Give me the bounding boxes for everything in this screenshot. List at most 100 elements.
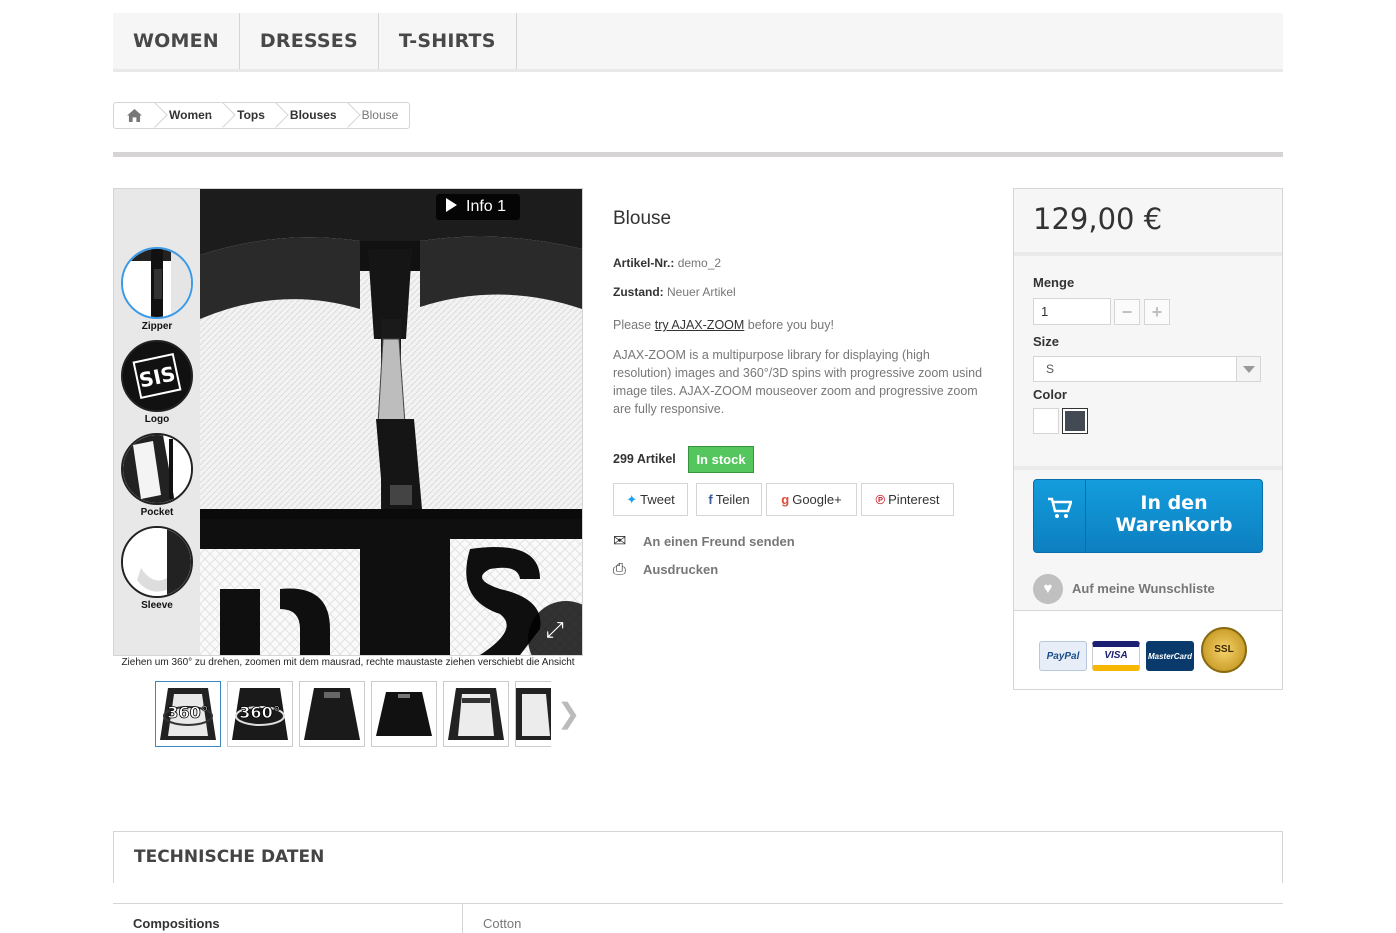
quantity-input[interactable] <box>1033 298 1111 325</box>
pinterest-label: Pinterest <box>888 492 940 507</box>
ssl-seal-icon: SSL <box>1201 627 1247 673</box>
breadcrumb: Women Tops Blouses Blouse <box>113 102 411 129</box>
info-button-label: Info 1 <box>466 198 507 215</box>
stock-quantity: 299 Artikel <box>613 452 676 466</box>
quantity-increase-button[interactable]: + <box>1144 299 1170 325</box>
payment-methods: PayPal VISA MasterCard SSL <box>1014 610 1282 689</box>
color-label: Color <box>1033 387 1067 402</box>
product-description: AJAX-ZOOM is a multipurpose library for … <box>613 348 983 416</box>
svg-text:360°: 360° <box>167 703 208 722</box>
hotspot-label: Logo <box>144 414 170 425</box>
hotspot-sidebar: Zipper SIS Logo Pocket Sleeve <box>114 189 200 655</box>
hotspot-sleeve[interactable]: Sleeve <box>121 526 193 611</box>
product-condition: Zustand: Neuer Artikel <box>613 285 736 299</box>
size-label: Size <box>1033 334 1060 349</box>
thumbnail-jacket-back[interactable] <box>371 681 437 747</box>
expand-icon: ⤢ <box>546 617 564 642</box>
zipper-thumb-icon <box>121 247 193 319</box>
condition-label: Zustand: <box>613 285 664 299</box>
google-plus-button[interactable]: g Google+ <box>766 483 857 516</box>
tech-data-value: Cotton <box>483 916 522 931</box>
stock-badge: In stock <box>688 446 754 473</box>
hotspot-label: Pocket <box>140 507 174 518</box>
logo-thumb-icon: SIS <box>121 340 193 412</box>
share-label: Teilen <box>715 492 750 507</box>
try-prefix: Please <box>613 318 652 332</box>
hotspot-label: Sleeve <box>141 600 173 611</box>
menu-item-women[interactable]: WOMEN <box>113 13 240 69</box>
menu-item-dresses[interactable]: DRESSES <box>240 13 379 69</box>
hotspot-label: Zipper <box>141 321 173 332</box>
print-label: Ausdrucken <box>643 562 719 577</box>
breadcrumb-separator <box>154 103 155 128</box>
svg-text:360°: 360° <box>239 703 280 722</box>
buybox-divider <box>1014 466 1282 470</box>
send-to-friend-link[interactable]: ✉ An einen Freund senden <box>613 531 795 551</box>
hotspot-logo[interactable]: SIS Logo <box>121 340 193 425</box>
breadcrumb-separator <box>347 103 348 128</box>
tweet-label: Tweet <box>640 492 675 507</box>
tech-data-row: Compositions Cotton <box>113 903 1283 933</box>
try-ajax-zoom-link[interactable]: try AJAX-ZOOM <box>655 318 745 332</box>
breadcrumb-separator <box>222 103 223 128</box>
tech-data-heading: TECHNISCHE DATEN <box>113 831 1283 883</box>
printer-icon: ⎙ <box>613 561 626 578</box>
color-swatch-white[interactable] <box>1033 408 1059 434</box>
chevron-down-icon <box>1236 357 1260 381</box>
thumbnail-jacket-black[interactable] <box>299 681 365 747</box>
pinterest-icon: ℗ <box>875 492 886 507</box>
chevron-right-icon[interactable]: ❯ <box>557 697 580 730</box>
hotspot-pocket[interactable]: Pocket <box>121 433 193 518</box>
twitter-icon: ✦ <box>626 492 638 507</box>
top-menu: WOMEN DRESSES T-SHIRTS <box>113 13 1283 72</box>
size-selected-value: S <box>1046 362 1055 376</box>
print-link[interactable]: ⎙ Ausdrucken <box>613 561 718 579</box>
thumbnail-jacket-side[interactable] <box>515 681 551 747</box>
home-icon <box>126 109 142 122</box>
visa-icon: VISA <box>1092 641 1140 671</box>
reference-label: Artikel-Nr.: <box>613 256 675 270</box>
viewer-hint: Ziehen um 360° zu drehen, zoomen mit dem… <box>121 657 575 668</box>
color-swatch-dark[interactable] <box>1062 408 1088 434</box>
google-label: Google+ <box>792 492 842 507</box>
menu-item-tshirts[interactable]: T-SHIRTS <box>379 13 517 69</box>
image-viewer[interactable]: Zipper SIS Logo Pocket Sleeve Info 1 ⤢ <box>113 188 583 656</box>
tech-data-key: Compositions <box>113 904 463 933</box>
reference-value: demo_2 <box>677 256 722 270</box>
quantity-decrease-button[interactable]: − <box>1114 299 1140 325</box>
sleeve-thumb-icon <box>121 526 193 598</box>
envelope-icon: ✉ <box>613 533 627 550</box>
wishlist-link[interactable]: ♥ Auf meine Wunschliste <box>1033 574 1215 604</box>
info-button[interactable]: Info 1 <box>436 194 520 220</box>
thumbnail-360-black[interactable]: 360° <box>227 681 293 747</box>
facebook-share-button[interactable]: f Teilen <box>696 483 762 516</box>
divider <box>113 152 1283 157</box>
try-line: Please try AJAX-ZOOM before you buy! <box>613 316 983 334</box>
product-title: Blouse <box>613 208 672 229</box>
add-to-cart-label: In den Warenkorb <box>1115 492 1233 536</box>
heart-icon: ♥ <box>1033 574 1063 604</box>
add-to-cart-button[interactable]: In den Warenkorb <box>1033 479 1263 553</box>
product-reference: Artikel-Nr.: demo_2 <box>613 256 721 270</box>
pocket-thumb-icon <box>121 433 193 505</box>
breadcrumb-separator <box>275 103 276 128</box>
price: 129,00 € <box>1014 189 1282 256</box>
size-select[interactable]: S <box>1033 356 1261 382</box>
tweet-button[interactable]: ✦ Tweet <box>613 483 688 516</box>
mastercard-icon: MasterCard <box>1146 641 1194 671</box>
play-icon <box>446 198 457 212</box>
product-zoom-image[interactable]: Info 1 ⤢ <box>200 189 582 655</box>
hotspot-zipper[interactable]: Zipper <box>121 247 193 332</box>
send-to-friend-label: An einen Freund senden <box>643 534 795 549</box>
wishlist-label: Auf meine Wunschliste <box>1072 581 1215 596</box>
thumbnail-360-white[interactable]: 360° <box>155 681 221 747</box>
buy-box: 129,00 € Menge − + Size S Color In den W… <box>1013 188 1283 690</box>
thumbnail-strip: 360° 360° <box>155 681 551 747</box>
facebook-icon: f <box>708 492 713 507</box>
pinterest-button[interactable]: ℗ Pinterest <box>861 483 954 516</box>
thumbnail-jacket-white[interactable] <box>443 681 509 747</box>
condition-value: Neuer Artikel <box>667 285 736 299</box>
try-suffix: before you buy! <box>747 318 834 332</box>
quantity-label: Menge <box>1033 275 1075 290</box>
google-plus-icon: g <box>781 492 790 507</box>
